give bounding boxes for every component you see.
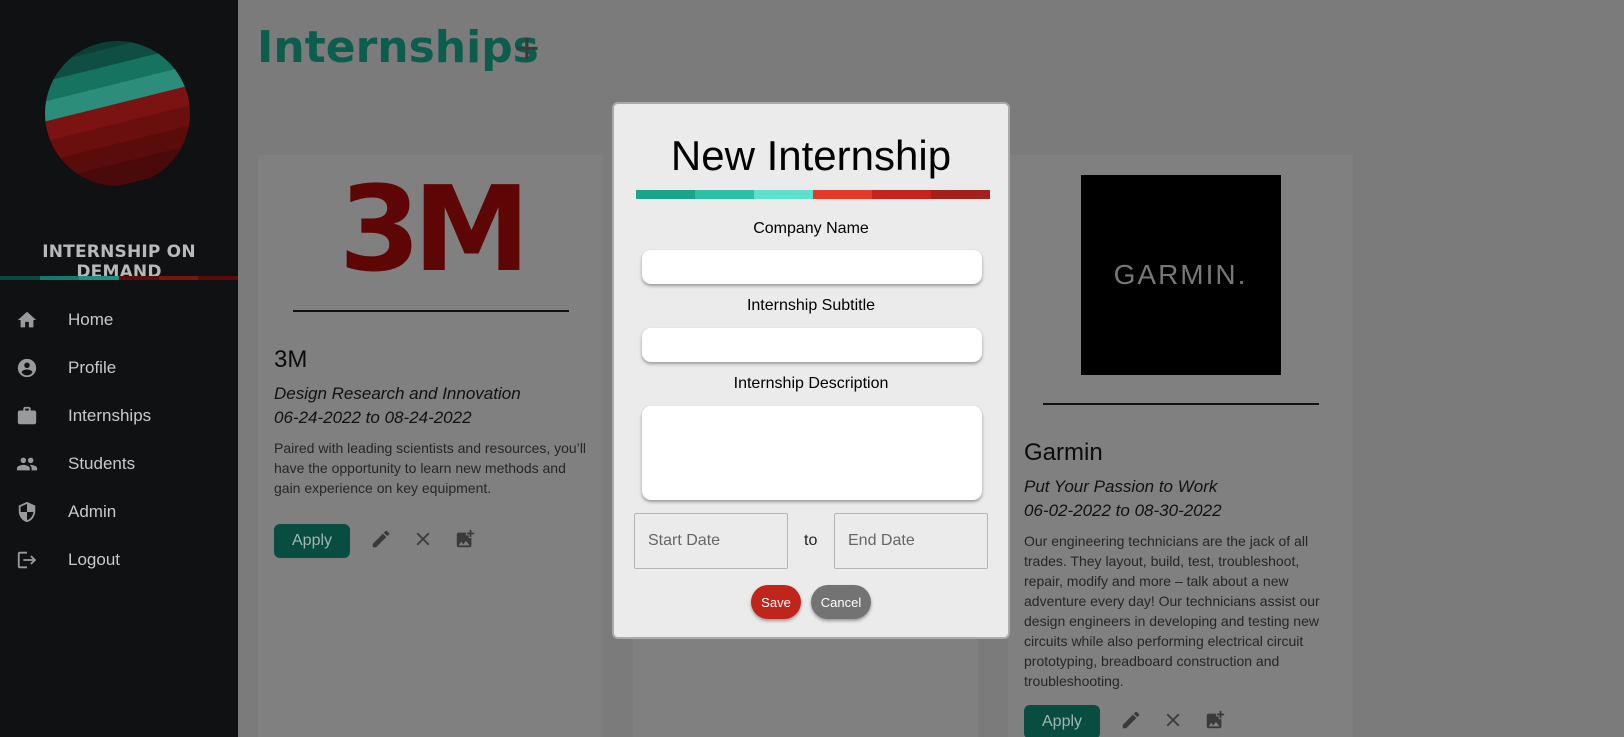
logout-icon xyxy=(16,549,38,571)
company-logo-3m: 3M xyxy=(338,160,531,298)
close-icon[interactable] xyxy=(412,528,434,555)
brand-color-bar xyxy=(0,276,239,280)
sidebar: INTERNSHIP ON DEMAND Home Profile Intern… xyxy=(0,0,239,737)
card-description: Our engineering technicians are the jack… xyxy=(1024,533,1320,689)
card-subtitle: Design Research and Innovation xyxy=(274,384,521,403)
sidebar-item-label: Internships xyxy=(68,406,152,425)
account-circle-icon xyxy=(16,357,38,379)
home-icon xyxy=(16,309,38,331)
sidebar-item-logout[interactable]: Logout xyxy=(0,536,238,584)
internship-description-label: Internship Description xyxy=(733,375,889,392)
company-name-label: Company Name xyxy=(753,220,869,237)
end-date-field[interactable]: End Date xyxy=(834,513,988,569)
sidebar-nav: Home Profile Internships Students Admin … xyxy=(0,296,238,584)
card-actions: Apply xyxy=(274,524,587,558)
internship-description-input[interactable] xyxy=(642,406,982,500)
close-icon[interactable] xyxy=(1162,709,1184,736)
card-company-name: 3M xyxy=(274,346,308,373)
sidebar-item-label: Home xyxy=(68,310,114,329)
modal-title: New Internship xyxy=(670,132,952,179)
company-name-input[interactable] xyxy=(642,250,982,284)
date-range-separator: to xyxy=(804,532,818,549)
new-internship-modal: New Internship Company Name Internship S… xyxy=(612,102,1010,639)
card-subtitle: Put Your Passion to Work xyxy=(1024,477,1218,496)
start-date-field[interactable]: Start Date xyxy=(634,513,788,569)
internship-card-garmin: GARMIN. Garmin Put Your Passion to Work … xyxy=(1008,155,1353,737)
edit-icon[interactable] xyxy=(1120,709,1142,736)
sidebar-item-home[interactable]: Home xyxy=(0,296,238,344)
edit-icon[interactable] xyxy=(370,528,392,555)
internship-card-3m: 3M 3M Design Research and Innovation 06-… xyxy=(258,155,603,737)
shield-icon xyxy=(16,501,38,523)
add-photo-icon[interactable] xyxy=(454,528,476,555)
apply-button[interactable]: Apply xyxy=(1024,705,1101,737)
internship-subtitle-label: Internship Subtitle xyxy=(746,297,876,314)
sidebar-item-profile[interactable]: Profile xyxy=(0,344,238,392)
add-internship-button[interactable]: + xyxy=(514,24,540,74)
card-dates: 06-02-2022 to 08-30-2022 xyxy=(1024,501,1222,520)
card-actions: Apply xyxy=(1024,705,1337,737)
add-photo-icon[interactable] xyxy=(1204,709,1226,736)
company-logo-garmin: GARMIN. xyxy=(1080,175,1281,375)
card-divider xyxy=(1042,403,1319,405)
sidebar-item-label: Profile xyxy=(68,358,117,377)
sidebar-item-internships[interactable]: Internships xyxy=(0,392,238,440)
card-dates: 06-24-2022 to 08-24-2022 xyxy=(274,408,472,427)
apply-button[interactable]: Apply xyxy=(274,524,351,558)
app-logo xyxy=(45,41,190,186)
card-divider xyxy=(292,310,569,312)
briefcase-icon xyxy=(16,405,38,427)
save-button[interactable]: Save xyxy=(751,585,801,619)
modal-color-bar xyxy=(636,190,990,199)
card-company-name: Garmin xyxy=(1024,439,1103,466)
cancel-button[interactable]: Cancel xyxy=(811,585,871,619)
sidebar-item-label: Admin xyxy=(68,502,117,521)
sidebar-item-students[interactable]: Students xyxy=(0,440,238,488)
card-description: Paired with leading scientists and resou… xyxy=(274,440,587,496)
sidebar-item-admin[interactable]: Admin xyxy=(0,488,238,536)
people-icon xyxy=(16,453,38,475)
page-title: Internships xyxy=(257,22,539,73)
internship-subtitle-input[interactable] xyxy=(642,328,982,362)
sidebar-item-label: Students xyxy=(68,454,136,473)
sidebar-item-label: Logout xyxy=(68,550,120,569)
